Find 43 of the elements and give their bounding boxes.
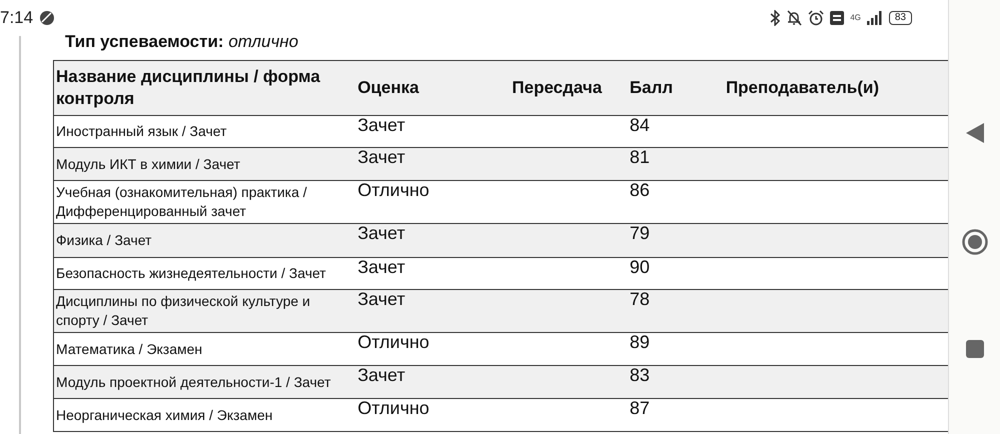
table-cell: 79	[630, 223, 650, 243]
table-cell: Зачет	[358, 289, 406, 309]
table-cell: Дисциплины по физической культуре и спорту / Зачет	[56, 293, 310, 328]
column-header: Оценка	[358, 78, 419, 97]
table-cell: Отлично	[358, 180, 430, 200]
table-cell: Иностранный язык / Зачет	[56, 123, 227, 139]
table-cell: 86	[630, 180, 650, 200]
bluetooth-icon	[770, 10, 780, 26]
table-cell: 89	[630, 332, 650, 352]
column-header: Пересдача	[512, 78, 602, 97]
table-cell: Модуль проектной деятельности-1 / Зачет	[56, 374, 331, 390]
table-cell: Математика / Экзамен	[56, 340, 202, 356]
table-cell: Модуль ИКТ в химии / Зачет	[56, 156, 240, 172]
alarm-icon	[808, 10, 824, 26]
back-icon[interactable]	[966, 123, 984, 143]
table-cell: Неорганическая химия / Экзамен	[56, 406, 273, 422]
table-cell: Зачет	[358, 223, 406, 243]
table-cell: Зачет	[358, 257, 406, 277]
table-cell: 78	[630, 289, 650, 309]
table-cell: Учебная (ознакомительная) практика / Дифференцированный зачет	[56, 184, 307, 219]
column-header: Балл	[630, 78, 673, 97]
battery-level: 83	[888, 11, 912, 25]
performance-heading: Тип успеваемости: отлично	[64, 36, 300, 48]
table-cell: Зачет	[358, 115, 406, 135]
signal-icon	[866, 11, 883, 25]
table-cell: Зачет	[358, 147, 406, 167]
mute-bell-icon	[786, 10, 802, 26]
column-header: Преподаватель(и)	[726, 78, 880, 97]
table-cell: Физика / Зачет	[56, 232, 152, 248]
network-type: 4G	[850, 14, 861, 22]
table-cell: 84	[630, 115, 650, 135]
column-header: Название дисциплины / форма контроля	[56, 67, 320, 108]
table-cell: Отлично	[358, 398, 430, 418]
table-cell: Отлично	[358, 332, 430, 352]
table-cell: 87	[630, 398, 650, 418]
table-cell: 90	[630, 257, 650, 277]
clock-time: 7:14	[0, 8, 34, 28]
table-cell: 83	[630, 365, 650, 385]
table-cell: Безопасность жизнедеятельности / Зачет	[56, 265, 326, 281]
table-cell: 81	[630, 147, 650, 167]
table-cell: Зачет	[358, 365, 406, 385]
recents-icon[interactable]	[966, 340, 984, 358]
home-icon[interactable]	[962, 228, 988, 254]
